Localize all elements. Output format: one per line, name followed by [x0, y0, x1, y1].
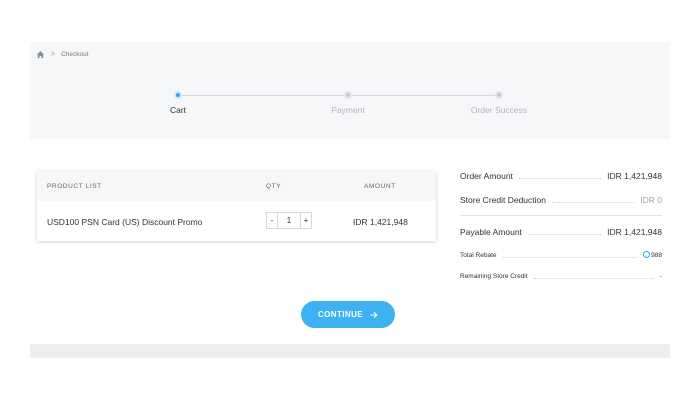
dotted-leader: [502, 256, 638, 258]
chevron-right-icon: >: [51, 51, 56, 58]
summary-value: IDR 0: [640, 195, 662, 205]
summary-label: Payable Amount: [460, 227, 522, 237]
arrow-right-icon: [370, 311, 378, 318]
product-name: USD100 PSN Card (US) Discount Promo: [47, 217, 203, 227]
rebate-coin-icon: [643, 251, 651, 258]
summary-divider: [460, 215, 662, 216]
cart-table: PRODUCT LIST QTY AMOUNT USD100 PSN Card …: [37, 171, 436, 241]
column-header-product: PRODUCT LIST: [47, 182, 102, 190]
checkout-steps: Cart Payment Order Success: [30, 90, 670, 120]
column-header-amount: AMOUNT: [364, 182, 396, 190]
summary-value: IDR 1,421,948: [607, 171, 662, 181]
step-dot: [344, 91, 352, 99]
step-dot: [495, 91, 503, 99]
dotted-leader: [552, 201, 635, 203]
summary-order-amount: Order Amount IDR 1,421,948: [460, 171, 662, 181]
summary-value: 988: [651, 252, 662, 259]
table-row: USD100 PSN Card (US) Discount Promo - 1 …: [37, 201, 436, 241]
summary-value: IDR 1,421,948: [607, 227, 662, 237]
summary-label: Total Rebate: [460, 251, 497, 259]
summary-total-rebate: Total Rebate 988: [460, 251, 662, 259]
summary-remaining-credit: Remaining Store Credit -: [460, 273, 662, 280]
product-amount: IDR 1,421,948: [353, 217, 408, 227]
summary-payable-amount: Payable Amount IDR 1,421,948: [460, 227, 662, 237]
summary-value-wrapper: 988: [643, 251, 662, 259]
dotted-leader: [518, 177, 602, 179]
step-label: Payment: [331, 105, 365, 115]
dotted-leader: [527, 233, 602, 235]
cart-table-header: PRODUCT LIST QTY AMOUNT: [37, 171, 436, 201]
summary-label: Remaining Store Credit: [460, 273, 528, 280]
quantity-increase-button[interactable]: +: [301, 213, 311, 228]
step-payment: Payment: [298, 90, 398, 115]
breadcrumb-current: Checkout: [61, 51, 89, 58]
step-label: Order Success: [470, 105, 528, 115]
summary-label: Store Credit Deduction: [460, 195, 546, 205]
summary-value: -: [659, 273, 662, 280]
dotted-leader: [533, 278, 654, 279]
step-order-success: Order Success: [449, 90, 549, 115]
checkout-page: > Checkout Cart Payment Order Success PR…: [0, 0, 700, 400]
column-header-qty: QTY: [266, 182, 282, 190]
quantity-decrease-button[interactable]: -: [267, 213, 277, 228]
summary-store-credit: Store Credit Deduction IDR 0: [460, 195, 662, 205]
summary-label: Order Amount: [460, 171, 513, 181]
footer-band: [30, 344, 670, 358]
breadcrumb: > Checkout: [36, 50, 89, 59]
step-label: Cart: [169, 105, 187, 115]
home-icon[interactable]: [36, 50, 45, 59]
step-cart: Cart: [128, 90, 228, 115]
checkout-header: > Checkout Cart Payment Order Success: [30, 42, 670, 139]
quantity-stepper: - 1 +: [266, 212, 312, 229]
step-dot-active: [174, 91, 182, 99]
quantity-input[interactable]: 1: [277, 213, 301, 228]
continue-button[interactable]: CONTINUE: [301, 301, 395, 328]
continue-button-label: CONTINUE: [318, 310, 363, 319]
